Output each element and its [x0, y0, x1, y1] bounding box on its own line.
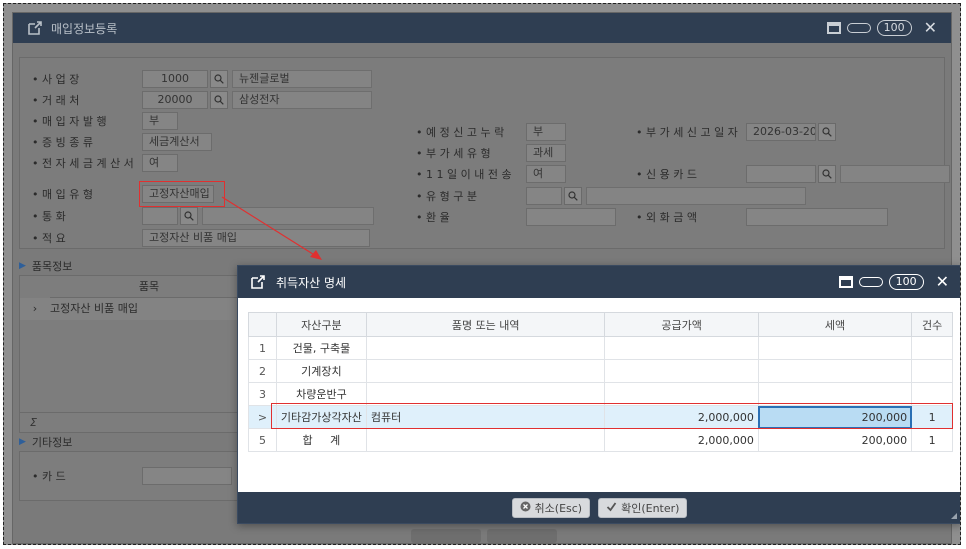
description-cell[interactable]: 컴퓨터 — [365, 405, 606, 429]
col-header-description[interactable]: 품명 또는 내역 — [365, 312, 606, 337]
col-header-supply-amount[interactable]: 공급가액 — [604, 312, 759, 337]
cancel-button-label: 취소(Esc) — [534, 501, 583, 515]
minimize-icon[interactable] — [838, 276, 853, 288]
cancel-button[interactable]: 취소(Esc) — [511, 497, 591, 518]
confirm-button-label: 확인(Enter) — [621, 501, 680, 515]
row-number: 5 — [248, 428, 277, 452]
table-row[interactable]: 1 건물, 구축물 — [248, 336, 953, 360]
row-number: 2 — [248, 359, 277, 383]
resize-handle[interactable] — [951, 513, 957, 519]
row-number: 1 — [248, 336, 277, 360]
count-cell[interactable] — [911, 336, 953, 360]
col-header-count[interactable]: 건수 — [911, 312, 953, 337]
supply-amount-cell[interactable] — [604, 336, 759, 360]
col-header-row-no — [248, 312, 277, 337]
asset-table-header: 자산구분 품명 또는 내역 공급가액 세액 건수 — [248, 312, 953, 337]
tax-cell[interactable] — [757, 359, 913, 383]
description-cell — [365, 428, 606, 452]
tax-cell-active[interactable]: 200,000 — [757, 405, 913, 429]
zoom-level[interactable]: 100 — [888, 274, 924, 290]
zoom-slider[interactable] — [858, 277, 883, 287]
modal-titlebar: 취득자산 명세 100 ✕ — [238, 266, 960, 298]
close-icon[interactable]: ✕ — [936, 274, 949, 290]
external-link-icon — [250, 274, 266, 290]
asset-table: 자산구분 품명 또는 내역 공급가액 세액 건수 1 건물, 구축물 2 기계장… — [248, 312, 953, 452]
total-count: 1 — [911, 428, 953, 452]
table-row[interactable]: 3 차량운반구 — [248, 382, 953, 406]
description-cell[interactable] — [365, 359, 606, 383]
row-number: 3 — [248, 382, 277, 406]
check-icon — [606, 501, 617, 515]
row-pointer-icon: > — [248, 405, 277, 429]
table-row-total[interactable]: 5 합 계 2,000,000 200,000 1 — [248, 428, 953, 452]
acquired-asset-modal: 취득자산 명세 100 ✕ 자산구분 품명 또는 내역 공급가액 세액 건수 1… — [237, 265, 960, 524]
category-cell[interactable]: 차량운반구 — [275, 382, 367, 406]
modal-footer: 취소(Esc) 확인(Enter) — [238, 492, 960, 523]
cancel-circle-icon — [520, 501, 531, 515]
col-header-tax[interactable]: 세액 — [757, 312, 913, 337]
total-supply-amount: 2,000,000 — [604, 428, 759, 452]
category-cell[interactable]: 기계장치 — [275, 359, 367, 383]
table-row-selected[interactable]: > 기타감가상각자산 컴퓨터 2,000,000 200,000 1 — [248, 405, 953, 429]
category-cell[interactable]: 기타감가상각자산 — [275, 405, 367, 429]
supply-amount-cell[interactable] — [604, 382, 759, 406]
tax-cell[interactable] — [757, 382, 913, 406]
total-label: 합 계 — [275, 428, 367, 452]
count-cell[interactable] — [911, 359, 953, 383]
table-row[interactable]: 2 기계장치 — [248, 359, 953, 383]
supply-amount-cell[interactable] — [604, 359, 759, 383]
count-cell[interactable] — [911, 382, 953, 406]
category-cell[interactable]: 건물, 구축물 — [275, 336, 367, 360]
description-cell[interactable] — [365, 382, 606, 406]
screen-frame: 매입정보등록 100 ✕ • 사 업 장 1000 뉴젠글로벌 • 거 래 처 … — [3, 3, 961, 545]
col-header-category[interactable]: 자산구분 — [275, 312, 367, 337]
modal-title: 취득자산 명세 — [276, 275, 347, 290]
description-cell[interactable] — [365, 336, 606, 360]
tax-cell[interactable] — [757, 336, 913, 360]
confirm-button[interactable]: 확인(Enter) — [598, 497, 688, 518]
count-cell[interactable]: 1 — [911, 405, 953, 429]
total-tax: 200,000 — [757, 428, 913, 452]
supply-amount-cell[interactable]: 2,000,000 — [604, 405, 759, 429]
